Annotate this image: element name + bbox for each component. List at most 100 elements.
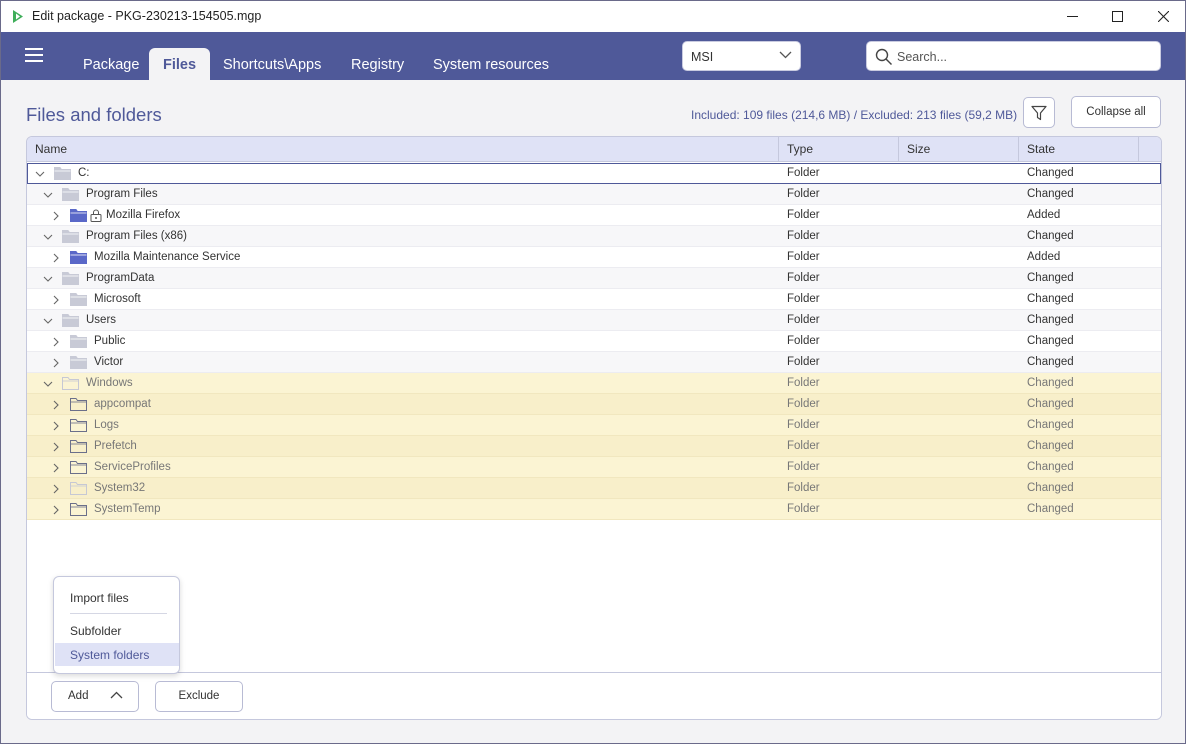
chevron-down-icon[interactable] (43, 232, 53, 242)
menu-item-import-files[interactable]: Import files (55, 586, 179, 609)
table-row[interactable]: SystemTemp Folder Changed (27, 499, 1161, 520)
table-row[interactable]: appcompat Folder Changed (27, 394, 1161, 415)
tab-files[interactable]: Files (149, 48, 211, 80)
page-title: Files and folders (26, 104, 162, 125)
chevron-right-icon[interactable] (51, 505, 61, 515)
table-row[interactable]: C: Folder Changed (27, 163, 1161, 184)
row-type: Folder (787, 314, 820, 326)
row-type: Folder (787, 293, 820, 305)
row-type: Folder (787, 356, 820, 368)
add-button[interactable]: Add (51, 681, 139, 712)
chevron-right-icon[interactable] (51, 253, 61, 263)
chevron-down-icon[interactable] (43, 190, 53, 200)
row-state: Added (1027, 251, 1061, 263)
format-select-value: MSI (691, 50, 714, 64)
minimize-button[interactable] (1049, 1, 1095, 32)
search-input[interactable] (897, 48, 1147, 66)
table-row[interactable]: Mozilla Firefox Folder Added (27, 205, 1161, 226)
chevron-right-icon[interactable] (51, 337, 61, 347)
chevron-right-icon[interactable] (51, 358, 61, 368)
table-row[interactable]: Users Folder Changed (27, 310, 1161, 331)
tab-shortcuts-apps[interactable]: Shortcuts\Apps (209, 48, 335, 80)
table-row[interactable]: Windows Folder Changed (27, 373, 1161, 394)
row-type: Folder (787, 251, 820, 263)
table-row[interactable]: Program Files (x86) Folder Changed (27, 226, 1161, 247)
chevron-right-icon[interactable] (51, 295, 61, 305)
folder-icon (70, 440, 87, 453)
chevron-right-icon[interactable] (51, 211, 61, 221)
exclude-button[interactable]: Exclude (155, 681, 243, 712)
row-state: Changed (1027, 272, 1074, 284)
format-select[interactable]: MSI (682, 41, 801, 71)
title-bar: Edit package - PKG-230213-154505.mgp (1, 1, 1185, 32)
folder-icon (62, 314, 79, 327)
close-button[interactable] (1140, 1, 1186, 32)
chevron-down-icon (779, 51, 792, 59)
chevron-right-icon[interactable] (51, 421, 61, 431)
files-tree: C: Folder Changed Program Files Folder Change… (27, 163, 1161, 520)
row-name: Mozilla Maintenance Service (94, 251, 241, 263)
row-name: C: (78, 167, 90, 179)
table-row[interactable]: ServiceProfiles Folder Changed (27, 457, 1161, 478)
menu-separator (70, 613, 167, 614)
tab-registry[interactable]: Registry (337, 48, 418, 80)
chevron-down-icon[interactable] (43, 274, 53, 284)
folder-icon (70, 293, 87, 306)
row-state: Changed (1027, 461, 1074, 473)
table-row[interactable]: Microsoft Folder Changed (27, 289, 1161, 310)
row-name: Victor (94, 356, 124, 368)
collapse-all-button[interactable]: Collapse all (1071, 96, 1161, 128)
tab-system-resources[interactable]: System resources (419, 48, 563, 80)
row-state: Added (1027, 209, 1061, 221)
column-header-name[interactable]: Name (27, 137, 779, 162)
menu-item-system-folders[interactable]: System folders (55, 643, 179, 666)
column-header-state[interactable]: State (1019, 137, 1139, 162)
row-name: Public (94, 335, 126, 347)
table-row[interactable]: ProgramData Folder Changed (27, 268, 1161, 289)
close-icon (1157, 11, 1169, 22)
row-type: Folder (787, 461, 820, 473)
folder-icon (70, 419, 87, 432)
tab-package[interactable]: Package (69, 48, 153, 80)
row-state: Changed (1027, 188, 1074, 200)
maximize-button[interactable] (1094, 1, 1140, 32)
row-name: appcompat (94, 398, 151, 410)
row-type: Folder (787, 503, 820, 515)
row-state: Changed (1027, 503, 1074, 515)
chevron-right-icon[interactable] (51, 463, 61, 473)
chevron-right-icon[interactable] (51, 484, 61, 494)
table-row[interactable]: Public Folder Changed (27, 331, 1161, 352)
chevron-down-icon[interactable] (35, 169, 45, 179)
row-type: Folder (787, 419, 820, 431)
minimize-icon (1066, 16, 1078, 17)
table-row[interactable]: Logs Folder Changed (27, 415, 1161, 436)
menu-item-subfolder[interactable]: Subfolder (55, 619, 179, 642)
row-type: Folder (787, 440, 820, 452)
table-row[interactable]: Mozilla Maintenance Service Folder Added (27, 247, 1161, 268)
row-name: ProgramData (86, 272, 155, 284)
chevron-right-icon[interactable] (51, 400, 61, 410)
filter-button[interactable] (1023, 97, 1055, 128)
folder-icon (70, 461, 87, 474)
column-header-type[interactable]: Type (779, 137, 899, 162)
maximize-icon (1111, 11, 1123, 22)
lock-icon (90, 209, 102, 222)
row-state: Changed (1027, 419, 1074, 431)
chevron-down-icon[interactable] (43, 316, 53, 326)
row-state: Changed (1027, 335, 1074, 347)
chevron-down-icon[interactable] (43, 379, 53, 389)
search-box[interactable] (866, 41, 1161, 71)
table-row[interactable]: System32 Folder Changed (27, 478, 1161, 499)
table-row[interactable]: Program Files Folder Changed (27, 184, 1161, 205)
table-row[interactable]: Victor Folder Changed (27, 352, 1161, 373)
files-table-panel: Name Type Size State C: Folder Changed Prog… (26, 136, 1162, 720)
table-row[interactable]: Prefetch Folder Changed (27, 436, 1161, 457)
folder-icon (70, 398, 87, 411)
table-header: Name Type Size State (27, 137, 1161, 162)
column-header-size[interactable]: Size (899, 137, 1019, 162)
chevron-right-icon[interactable] (51, 442, 61, 452)
row-type: Folder (787, 188, 820, 200)
folder-icon (62, 377, 79, 390)
menu-icon[interactable] (25, 48, 43, 62)
app-logo-icon (13, 10, 23, 23)
